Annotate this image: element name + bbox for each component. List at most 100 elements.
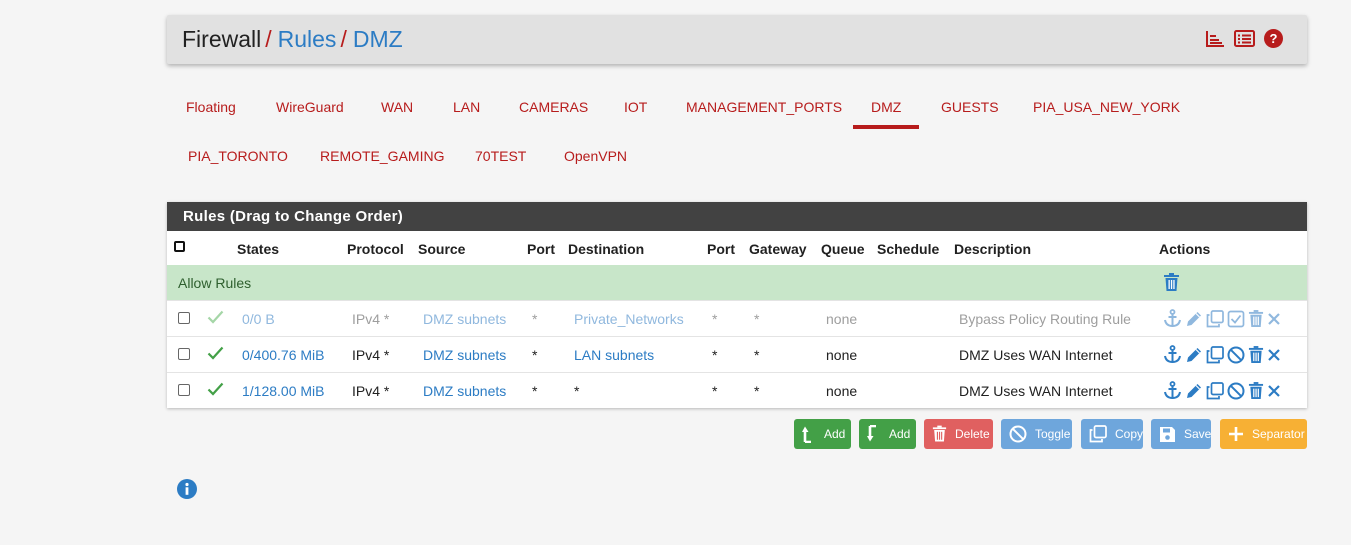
source-link[interactable]: DMZ subnets [423, 347, 506, 363]
separator-button[interactable]: Separator [1220, 419, 1307, 449]
add-bottom-label: Add [889, 427, 911, 441]
dest-port-cell: * [712, 347, 718, 363]
tab-cameras[interactable]: CAMERAS [519, 99, 588, 115]
close-icon[interactable] [1267, 384, 1281, 398]
trash-icon[interactable] [1163, 273, 1180, 297]
copy-icon [1089, 425, 1107, 443]
tab-iot[interactable]: IOT [624, 99, 647, 115]
row-actions [1163, 345, 1281, 364]
tab-openvpn[interactable]: OpenVPN [564, 148, 627, 164]
check-icon [207, 382, 224, 401]
destination-link[interactable]: Private_Networks [574, 311, 684, 327]
copy-button[interactable]: Copy [1081, 419, 1143, 449]
states-link[interactable]: 1/128.00 MiB [242, 383, 325, 399]
check-icon [207, 310, 224, 329]
tab-remote-gaming[interactable]: REMOTE_GAMING [320, 148, 444, 164]
anchor-icon[interactable] [1163, 345, 1182, 364]
copy-icon[interactable] [1206, 309, 1224, 328]
edit-icon[interactable] [1185, 346, 1203, 364]
panel-title: Rules (Drag to Change Order) [167, 202, 1307, 231]
edit-icon[interactable] [1185, 310, 1203, 328]
table-row[interactable]: 0/400.76 MiB IPv4 * DMZ subnets * LAN su… [167, 336, 1307, 373]
save-icon [1159, 426, 1176, 443]
protocol-cell: IPv4 * [352, 383, 390, 399]
edit-icon[interactable] [1185, 382, 1203, 400]
disable-icon[interactable] [1227, 382, 1245, 400]
select-all-checkbox[interactable] [174, 241, 185, 252]
table-row[interactable]: 1/128.00 MiB IPv4 * DMZ subnets * * * * … [167, 372, 1307, 409]
tab-wireguard[interactable]: WireGuard [276, 99, 344, 115]
gateway-cell: * [754, 383, 760, 399]
destination-cell: * [574, 383, 580, 399]
breadcrumb: Firewall / Rules / DMZ [182, 26, 403, 53]
save-button[interactable]: Save [1151, 419, 1211, 449]
destination-link[interactable]: LAN subnets [574, 347, 654, 363]
anchor-icon[interactable] [1163, 309, 1182, 328]
trash-icon[interactable] [1248, 309, 1264, 328]
description-cell: DMZ Uses WAN Internet [959, 383, 1113, 399]
toggle-label: Toggle [1035, 427, 1071, 441]
trash-icon[interactable] [1248, 345, 1264, 364]
toggle-button[interactable]: Toggle [1001, 419, 1072, 449]
tab-management-ports[interactable]: MANAGEMENT_PORTS [686, 99, 842, 115]
add-bottom-button[interactable]: Add [859, 419, 916, 449]
anchor-icon[interactable] [1163, 381, 1182, 400]
tab-floating[interactable]: Floating [186, 99, 236, 115]
copy-icon[interactable] [1206, 345, 1224, 364]
breadcrumb-dmz-link[interactable]: DMZ [353, 26, 403, 52]
description-cell: DMZ Uses WAN Internet [959, 347, 1113, 363]
trash-icon[interactable] [1248, 381, 1264, 400]
ban-icon [1009, 425, 1027, 443]
dest-port-cell: * [712, 383, 718, 399]
list-icon[interactable] [1234, 30, 1255, 47]
source-link[interactable]: DMZ subnets [423, 311, 506, 327]
breadcrumb-bar: Firewall / Rules / DMZ ? [167, 15, 1307, 64]
states-link[interactable]: 0/0 B [242, 311, 275, 327]
dest-port-cell: * [712, 311, 718, 327]
protocol-cell: IPv4 * [352, 311, 390, 327]
arrow-up-icon [802, 425, 816, 443]
tab-pia-toronto[interactable]: PIA_TORONTO [188, 148, 288, 164]
breadcrumb-firewall: Firewall [182, 26, 262, 52]
row-checkbox[interactable] [178, 384, 190, 396]
breadcrumb-separator: / [340, 26, 347, 52]
disable-icon[interactable] [1227, 346, 1245, 364]
copy-icon[interactable] [1206, 381, 1224, 400]
close-icon[interactable] [1267, 312, 1281, 326]
plus-icon [1228, 426, 1244, 442]
states-link[interactable]: 0/400.76 MiB [242, 347, 325, 363]
col-gateway: Gateway [749, 241, 807, 257]
col-schedule: Schedule [877, 241, 940, 257]
port-cell: * [532, 347, 538, 363]
tab-wan[interactable]: WAN [381, 99, 413, 115]
separator-row[interactable]: Allow Rules [167, 265, 1307, 300]
row-checkbox[interactable] [178, 348, 190, 360]
gateway-cell: * [754, 347, 760, 363]
rules-panel: Rules (Drag to Change Order) States Prot… [167, 202, 1307, 408]
row-actions [1163, 381, 1281, 400]
tab-guests[interactable]: GUESTS [941, 99, 999, 115]
delete-button[interactable]: Delete [924, 419, 993, 449]
row-checkbox[interactable] [178, 312, 190, 324]
col-protocol: Protocol [347, 241, 404, 257]
port-cell: * [532, 383, 538, 399]
svg-text:?: ? [1270, 31, 1278, 46]
enable-icon[interactable] [1227, 310, 1245, 328]
source-link[interactable]: DMZ subnets [423, 383, 506, 399]
help-icon[interactable]: ? [1264, 29, 1283, 48]
close-icon[interactable] [1267, 348, 1281, 362]
info-icon[interactable] [177, 479, 197, 504]
col-actions: Actions [1159, 241, 1211, 257]
separator-label: Separator [1252, 427, 1305, 441]
gateway-cell: * [754, 311, 760, 327]
chart-icon[interactable] [1206, 30, 1225, 47]
trash-icon [932, 425, 947, 443]
tab-dmz[interactable]: DMZ [852, 99, 920, 129]
tab-lan[interactable]: LAN [453, 99, 480, 115]
check-icon [207, 346, 224, 365]
add-top-button[interactable]: Add [794, 419, 851, 449]
tab-70test[interactable]: 70TEST [475, 148, 526, 164]
tab-pia-usa-new-york[interactable]: PIA_USA_NEW_YORK [1033, 99, 1180, 115]
table-row[interactable]: 0/0 B IPv4 * DMZ subnets * Private_Netwo… [167, 300, 1307, 337]
breadcrumb-rules-link[interactable]: Rules [278, 26, 337, 52]
